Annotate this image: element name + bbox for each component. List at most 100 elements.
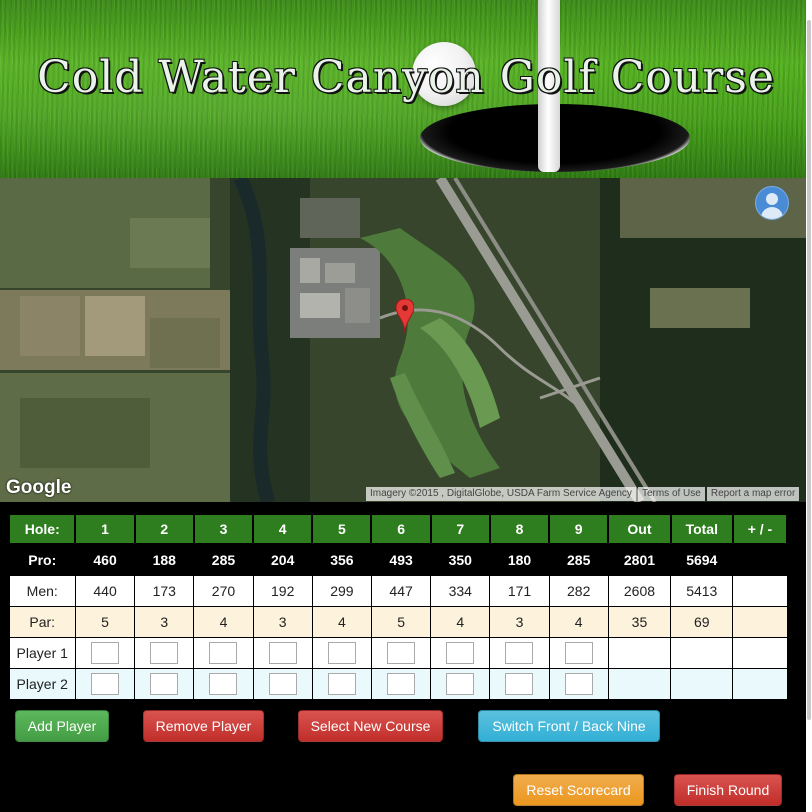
table-cell: 4 [311, 606, 372, 638]
player-2-total [670, 668, 734, 700]
pro-label: Pro: [8, 543, 76, 576]
table-cell: 69 [670, 606, 734, 638]
table-cell: 299 [311, 575, 372, 607]
table-cell: 282 [548, 575, 609, 607]
score-cell [74, 637, 136, 669]
player-1-hole-5-input[interactable] [327, 642, 356, 664]
player-2-hole-8-input[interactable] [505, 673, 534, 695]
hole-2: 2 [133, 513, 195, 545]
score-cell [370, 668, 432, 700]
player-2-hole-9-input[interactable] [564, 673, 593, 695]
score-cell [430, 637, 491, 669]
table-cell: 173 [134, 575, 195, 607]
course-title: Cold Water Canyon Golf Course [37, 52, 775, 103]
score-cell [430, 668, 491, 700]
table-cell: 5 [74, 606, 136, 638]
score-cell [489, 668, 550, 700]
hole-5: 5 [311, 513, 373, 545]
player-2-hole-4-input[interactable] [268, 673, 297, 695]
table-cell: 356 [311, 543, 372, 576]
table-cell: 3 [489, 606, 550, 638]
table-cell: 35 [607, 606, 672, 638]
score-cell [311, 637, 372, 669]
table-cell: 2801 [607, 543, 672, 576]
player-1-total [670, 637, 734, 669]
hole-1: 1 [74, 513, 136, 545]
satellite-imagery [0, 178, 812, 502]
select-new-course-button[interactable]: Select New Course [298, 710, 443, 742]
map-attribution: Imagery ©2015 , DigitalGlobe, USDA Farm … [364, 487, 800, 501]
hole-label: Hole: [7, 513, 77, 545]
map-pin-icon[interactable] [396, 299, 414, 333]
men-label: Men: [8, 575, 76, 607]
player-1-hole-2-input[interactable] [150, 642, 179, 664]
table-cell: 2608 [607, 575, 672, 607]
score-cell [134, 637, 195, 669]
hole-9: 9 [548, 513, 610, 545]
par-label: Par: [8, 606, 76, 638]
player-2-hole-2-input[interactable] [150, 673, 179, 695]
switch-nine-button[interactable]: Switch Front / Back Nine [478, 710, 660, 742]
table-cell: 4 [430, 606, 491, 638]
table-cell [732, 606, 788, 638]
score-cell [548, 668, 609, 700]
player-2-hole-3-input[interactable] [209, 673, 238, 695]
score-cell [311, 668, 372, 700]
reset-scorecard-button[interactable]: Reset Scorecard [513, 774, 644, 806]
page-scrollbar[interactable] [806, 0, 812, 812]
scorecard-table: Hole: 1 2 3 4 5 6 7 8 9 Out Total + / - … [7, 513, 789, 700]
table-cell [732, 543, 788, 576]
player-2-hole-5-input[interactable] [327, 673, 356, 695]
score-cell [252, 637, 313, 669]
player-1-hole-7-input[interactable] [446, 642, 475, 664]
table-cell: 180 [489, 543, 550, 576]
player-2-out [607, 668, 672, 700]
table-cell: 440 [74, 575, 136, 607]
header-banner: Cold Water Canyon Golf Course [0, 0, 812, 178]
player-2-row: Player 2 [8, 668, 788, 700]
finish-round-button[interactable]: Finish Round [674, 774, 782, 806]
hole-4: 4 [252, 513, 314, 545]
hole-8: 8 [488, 513, 551, 545]
total-header: Total [669, 513, 734, 545]
scrollbar-thumb[interactable] [807, 20, 811, 720]
player-2-hole-7-input[interactable] [446, 673, 475, 695]
player-1-hole-4-input[interactable] [268, 642, 297, 664]
table-cell: 188 [134, 543, 195, 576]
table-cell: 5413 [670, 575, 734, 607]
player-1-hole-8-input[interactable] [505, 642, 534, 664]
add-player-button[interactable]: Add Player [15, 710, 109, 742]
table-cell: 5694 [670, 543, 734, 576]
player-2-hole-6-input[interactable] [387, 673, 416, 695]
header-row: Hole: 1 2 3 4 5 6 7 8 9 Out Total + / - [7, 513, 789, 545]
score-cell [134, 668, 195, 700]
score-cell [489, 637, 550, 669]
remove-player-button[interactable]: Remove Player [143, 710, 264, 742]
player-1-hole-9-input[interactable] [564, 642, 593, 664]
table-cell: 3 [252, 606, 313, 638]
table-cell [732, 575, 788, 607]
player-1-hole-6-input[interactable] [387, 642, 416, 664]
player-2-plus-minus [732, 668, 788, 700]
hole-7: 7 [429, 513, 491, 545]
terms-of-use-link[interactable]: Terms of Use [637, 487, 705, 501]
player-2-hole-1-input[interactable] [91, 673, 120, 695]
score-cell [252, 668, 313, 700]
table-cell: 334 [430, 575, 491, 607]
table-cell: 447 [370, 575, 432, 607]
person-icon[interactable] [755, 186, 789, 220]
course-map[interactable]: Google Imagery ©2015 , DigitalGlobe, USD… [0, 178, 812, 502]
table-cell: 5 [370, 606, 432, 638]
table-cell: 171 [489, 575, 550, 607]
table-cell: 493 [370, 543, 432, 576]
report-map-error-link[interactable]: Report a map error [706, 487, 800, 501]
par-row: Par: 5 3 4 3 4 5 4 3 4 35 69 [8, 606, 788, 638]
player-1-hole-3-input[interactable] [209, 642, 238, 664]
hole-3: 3 [192, 513, 255, 545]
table-cell: 285 [548, 543, 609, 576]
score-cell [370, 637, 432, 669]
score-cell [74, 668, 136, 700]
table-cell: 350 [430, 543, 491, 576]
player-1-hole-1-input[interactable] [91, 642, 120, 664]
google-logo: Google [6, 477, 72, 498]
